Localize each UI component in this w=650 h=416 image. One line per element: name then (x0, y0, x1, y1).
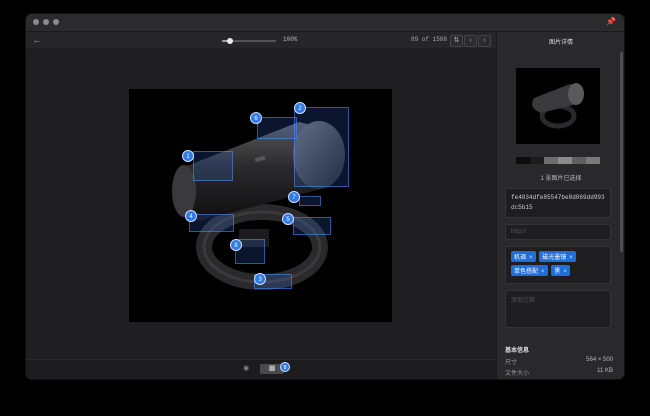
annotation-count-badge: 8 (280, 362, 290, 372)
image-counter: 89 of 1588 (411, 36, 448, 43)
annotation-region-7[interactable] (299, 196, 321, 206)
annotation-region-2[interactable] (294, 107, 349, 187)
image-thumbnail[interactable] (516, 68, 600, 144)
annotation-marker-7[interactable]: 7 (288, 191, 300, 203)
title-bar: 📌 (26, 14, 624, 32)
url-input[interactable]: http:// (505, 224, 611, 240)
tag-chip[interactable]: 单色搭配 × (511, 265, 548, 276)
back-arrow-icon[interactable]: ← (32, 35, 42, 45)
palette-swatch[interactable] (544, 157, 558, 164)
info-value-filesize: 11 KB (597, 368, 613, 374)
app-window: 📌 ← 100% 89 of 1588 ⇅ ‹ › 1 2 3 4 5 6 7 … (26, 14, 624, 379)
info-label-filesize: 文件大小 (505, 371, 530, 377)
remove-tag-icon[interactable]: × (529, 255, 533, 261)
tag-label: 黑 (554, 269, 561, 275)
tags-field[interactable]: 机调 × 磁光墨镜 × 单色搭配 × 黑 × (505, 246, 611, 284)
info-value-dimensions: 564 × 500 (586, 357, 613, 363)
annotation-region-6[interactable] (257, 117, 297, 139)
viewer-toolbar: ← 100% 89 of 1588 ⇅ ‹ › (26, 32, 496, 49)
basic-info-heading: 基本信息 (505, 348, 530, 354)
eye-icon[interactable]: ◉ (234, 364, 258, 374)
annotation-marker-2[interactable]: 2 (294, 102, 306, 114)
palette-swatch[interactable] (586, 157, 600, 164)
tag-label: 机调 (514, 255, 527, 261)
sidebar-title: 图片详情 (548, 40, 573, 46)
annotation-marker-4[interactable]: 4 (185, 210, 197, 222)
pin-icon[interactable]: 📌 (606, 17, 616, 26)
annotation-marker-5[interactable]: 5 (282, 213, 294, 225)
annotation-marker-1[interactable]: 1 (182, 150, 194, 162)
image-name-field[interactable]: fe4034dfe85547be8d069dd993dc5b15 (505, 188, 611, 218)
remove-tag-icon[interactable]: × (541, 269, 545, 275)
palette-swatch[interactable] (572, 157, 586, 164)
tag-chip[interactable]: 机调 × (511, 251, 536, 262)
zoom-slider[interactable] (222, 38, 276, 44)
palette-swatch[interactable] (530, 157, 544, 164)
annotation-region-5[interactable] (293, 217, 331, 235)
palette-swatch[interactable] (558, 157, 572, 164)
minimize-window-button[interactable] (43, 19, 49, 25)
thumbnail-render (532, 83, 584, 129)
info-label-dimensions: 尺寸 (505, 360, 518, 366)
selection-count: 1 张图片已选择 (540, 176, 582, 182)
close-window-button[interactable] (33, 19, 39, 25)
tag-chip[interactable]: 磁光墨镜 × (539, 251, 576, 262)
annotation-region-1[interactable] (193, 151, 233, 181)
bottom-bar: ◉ ▩ 8 (26, 359, 496, 379)
remove-tag-icon[interactable]: × (563, 269, 567, 275)
annotation-marker-8[interactable]: 8 (230, 239, 242, 251)
image-canvas: 1 2 3 4 5 6 7 8 (26, 49, 496, 359)
color-palette[interactable] (516, 157, 600, 164)
annotation-marker-3[interactable]: 3 (254, 273, 266, 285)
details-sidebar: 图片详情 1 张图片已选择 fe4034dfe85547be8d069dd993… (496, 32, 624, 379)
annotation-marker-6[interactable]: 6 (250, 112, 262, 124)
previous-image-button[interactable]: ‹ (464, 35, 477, 47)
note-input[interactable]: 添加注释 (505, 290, 611, 328)
tag-label: 单色搭配 (514, 269, 539, 275)
main-image[interactable]: 1 2 3 4 5 6 7 8 (129, 89, 392, 322)
sidebar-scrollbar[interactable] (620, 52, 623, 252)
tag-label: 磁光墨镜 (542, 255, 567, 261)
fit-screen-icon[interactable]: ⇅ (450, 35, 463, 47)
next-image-button[interactable]: › (478, 35, 491, 47)
remove-tag-icon[interactable]: × (569, 255, 573, 261)
zoom-level: 100% (283, 36, 298, 43)
zoom-slider-knob[interactable] (227, 38, 234, 44)
maximize-window-button[interactable] (53, 19, 59, 25)
palette-swatch[interactable] (516, 157, 530, 164)
tag-chip[interactable]: 黑 × (551, 265, 570, 276)
